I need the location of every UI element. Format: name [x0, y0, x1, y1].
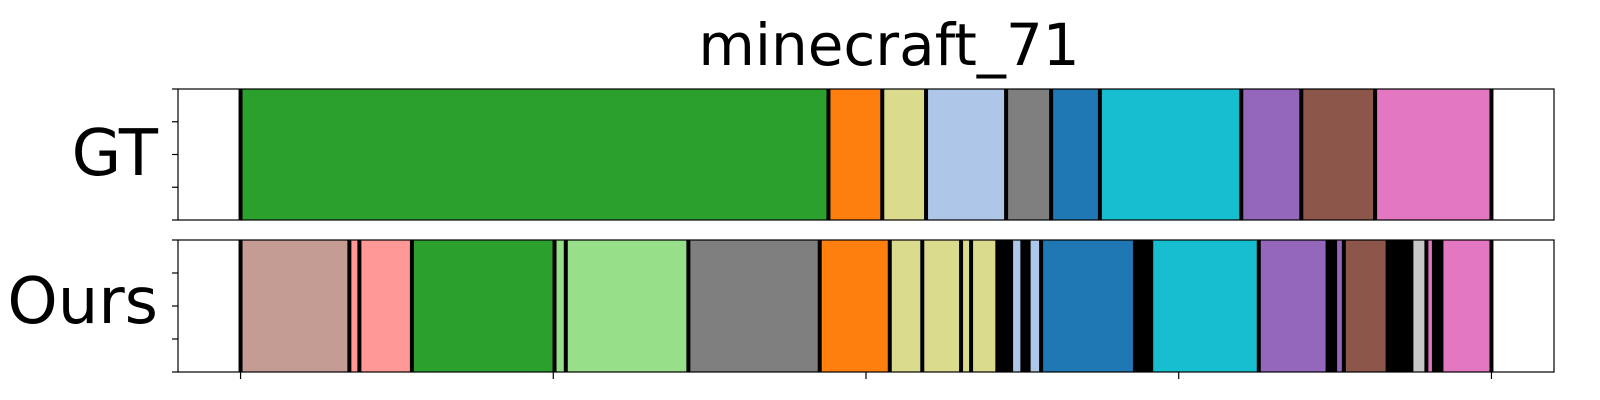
segment-ours-19	[1151, 240, 1259, 372]
segment-gt-2	[828, 89, 883, 220]
segment-ours-7	[688, 240, 820, 372]
segment-ours-24	[1387, 240, 1412, 372]
segment-ours-1	[240, 240, 350, 372]
segment-gt-8	[1241, 89, 1302, 220]
segment-gt-0	[178, 89, 241, 220]
segment-ours-23	[1343, 240, 1388, 372]
segment-ours-20	[1258, 240, 1328, 372]
segment-gt-6	[1051, 89, 1100, 220]
segment-ours-18	[1134, 240, 1152, 372]
segment-ours-0	[178, 240, 241, 372]
segment-ours-12	[971, 240, 998, 372]
segment-gt-11	[1491, 89, 1554, 220]
segment-gt-1	[240, 89, 829, 220]
segment-ours-9	[889, 240, 923, 372]
segment-gt-5	[1006, 89, 1052, 220]
segment-ours-6	[565, 240, 689, 372]
segment-ours-29	[1491, 240, 1554, 372]
segment-gt-10	[1375, 89, 1492, 220]
segment-ours-4	[411, 240, 555, 372]
segment-ours-13	[997, 240, 1012, 372]
segment-ours-8	[819, 240, 890, 372]
segment-ours-25	[1411, 240, 1427, 372]
segment-ours-10	[922, 240, 962, 372]
segment-ours-28	[1441, 240, 1492, 372]
segment-ours-17	[1041, 240, 1135, 372]
segment-ours-3	[359, 240, 412, 372]
segment-gt-9	[1301, 89, 1376, 220]
segment-gt-4	[926, 89, 1007, 220]
segment-gt-7	[1099, 89, 1242, 220]
segment-gt-3	[882, 89, 927, 220]
segmentation-chart	[172, 88, 1555, 379]
